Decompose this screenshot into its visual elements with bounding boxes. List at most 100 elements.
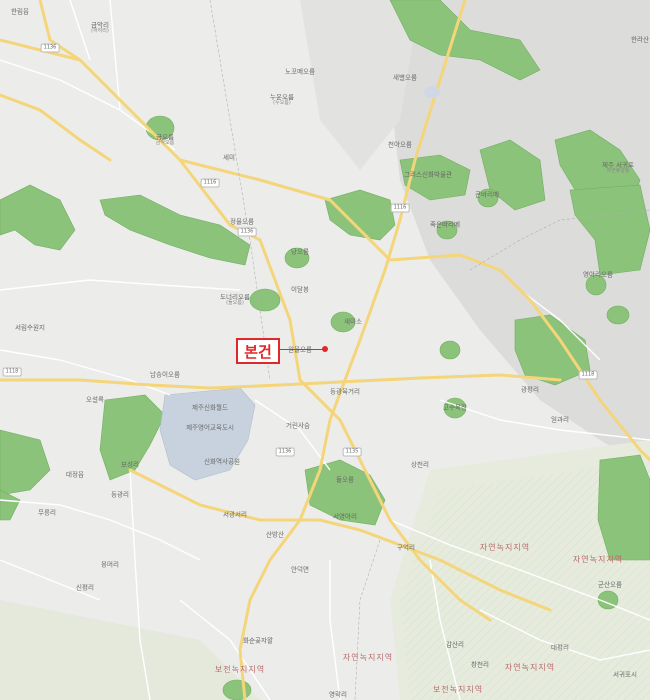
- place-name: 거린사슴: [286, 421, 310, 430]
- place-label: 창천리: [471, 660, 489, 669]
- place-label: 제주신화월드: [192, 403, 228, 412]
- place-label: 안덕면: [291, 565, 309, 574]
- place-name: 큰바리메: [475, 190, 499, 199]
- place-name: 오설록: [86, 395, 104, 404]
- place-label: 정물오름: [230, 218, 254, 226]
- place-name: 신화역사공원: [204, 457, 240, 466]
- place-label: 도너리오름 (돌오름): [220, 294, 250, 306]
- place-label: 새별오름: [393, 73, 417, 82]
- place-name: 광평리: [521, 385, 539, 394]
- place-name: 서영아리: [333, 512, 357, 521]
- place-label: 서귀포시: [613, 670, 637, 679]
- place-subname: 자연휴양림: [606, 167, 630, 174]
- zone-label: 자연녹지지역: [342, 652, 394, 662]
- place-subname: (누오름): [273, 99, 291, 106]
- zone-label: 자연녹지지역: [504, 662, 556, 672]
- place-label: 그리스신화박물관: [404, 170, 452, 179]
- place-label: 한림읍: [11, 7, 29, 16]
- zone-label: 자연녹지지역: [479, 542, 531, 552]
- place-name: 돌오름: [336, 475, 354, 484]
- place-label: 화순곶자왈: [243, 636, 273, 645]
- place-label: 대평리: [551, 644, 569, 652]
- place-label: 동광육거리: [330, 387, 360, 396]
- place-label: 광평리: [521, 385, 539, 394]
- highway-shield: 1136: [40, 43, 60, 53]
- place-label: 영아리오름: [583, 270, 613, 279]
- place-name: 구억리: [397, 543, 415, 552]
- zone-label: 자연녹지지역: [572, 554, 624, 564]
- place-name: 대정읍: [66, 470, 84, 479]
- place-name: 원물오름: [288, 346, 312, 354]
- place-label: 서영아리: [333, 512, 357, 521]
- place-label: 일과리: [551, 415, 569, 424]
- place-label: 용머리: [101, 560, 119, 569]
- place-subname: (돌오름): [226, 299, 244, 306]
- place-name: 보성리: [121, 460, 139, 469]
- place-subname: (하하리): [91, 27, 109, 34]
- place-label: 노꼬메오름: [285, 67, 315, 76]
- place-name: 한림읍: [11, 7, 29, 16]
- place-label: 족은바리메: [430, 221, 460, 229]
- place-label: 제주영어교육도시: [186, 424, 234, 432]
- place-name: 창천리: [471, 660, 489, 669]
- zone-label: 보전녹지지역: [432, 684, 484, 694]
- highway-shield: 1116: [200, 178, 220, 188]
- subject-location-pin[interactable]: [322, 346, 328, 352]
- place-label: 무릉리: [38, 508, 56, 517]
- highway-shield: 1136: [237, 227, 257, 237]
- place-label: 큰바리메: [475, 190, 499, 199]
- place-name: 감산리: [446, 640, 464, 649]
- place-label: 신화역사공원: [204, 457, 240, 466]
- place-label: 돌오름: [336, 475, 354, 484]
- place-label: 상천리: [411, 460, 429, 469]
- place-label: 오설록: [86, 395, 104, 404]
- place-label: 서림수원지: [15, 324, 45, 332]
- place-label: 군산오름: [598, 580, 622, 589]
- place-label: 세미: [223, 153, 235, 162]
- place-name: 새미소: [344, 317, 362, 326]
- place-label: 영락리: [329, 690, 347, 699]
- place-name: 일과리: [551, 415, 569, 424]
- place-name: 용머리: [101, 560, 119, 569]
- place-name: 새별오름: [393, 73, 417, 82]
- place-name: 군산오름: [598, 580, 622, 589]
- place-name: 화순곶자왈: [243, 636, 273, 645]
- place-name: 안덕면: [291, 565, 309, 574]
- highway-shield: 1118: [578, 370, 598, 380]
- place-label: 제주 서귀포 자연휴양림: [602, 162, 634, 174]
- place-label: 금오름 금악오름: [156, 134, 174, 146]
- place-name: 무릉리: [38, 508, 56, 517]
- highway-shield: 1136: [275, 447, 295, 457]
- place-name: 한라산: [631, 35, 649, 44]
- place-name: 제주신화월드: [192, 403, 228, 412]
- place-label: 산방산: [266, 530, 284, 539]
- place-name: 천아오름: [388, 140, 412, 149]
- place-subname: 금악오름: [155, 139, 175, 146]
- place-name: 남송이오름: [150, 370, 180, 379]
- place-name: 영락리: [329, 690, 347, 699]
- place-name: 서귀포시: [613, 670, 637, 679]
- highway-shield: 1116: [390, 203, 410, 213]
- place-name: 동광육거리: [330, 387, 360, 396]
- highway-shield: 1135: [342, 447, 362, 457]
- place-label: 이달봉: [291, 285, 309, 294]
- place-name: 신평리: [76, 583, 94, 592]
- place-name: 산방산: [266, 530, 284, 539]
- place-label: 거린사슴: [286, 421, 310, 430]
- highway-shield: 1118: [2, 367, 22, 377]
- place-label: 새미소: [344, 317, 362, 326]
- place-name: 이달봉: [291, 285, 309, 294]
- place-label: 신평리: [76, 583, 94, 592]
- subject-property-label[interactable]: 본건: [236, 338, 280, 364]
- place-label: 감산리: [446, 640, 464, 649]
- place-name: 당오름: [291, 247, 309, 256]
- place-name: 노꼬메오름: [285, 67, 315, 76]
- place-name: 영아리오름: [583, 270, 613, 279]
- place-label: 보성리: [121, 460, 139, 469]
- place-label: 금악리 (하하리): [91, 22, 109, 34]
- place-name: 상천리: [411, 460, 429, 469]
- place-name: 그리스신화박물관: [404, 170, 452, 179]
- place-name: 세미: [223, 153, 235, 162]
- place-label: 한라산: [631, 35, 649, 44]
- place-name: 고수목장: [443, 403, 467, 412]
